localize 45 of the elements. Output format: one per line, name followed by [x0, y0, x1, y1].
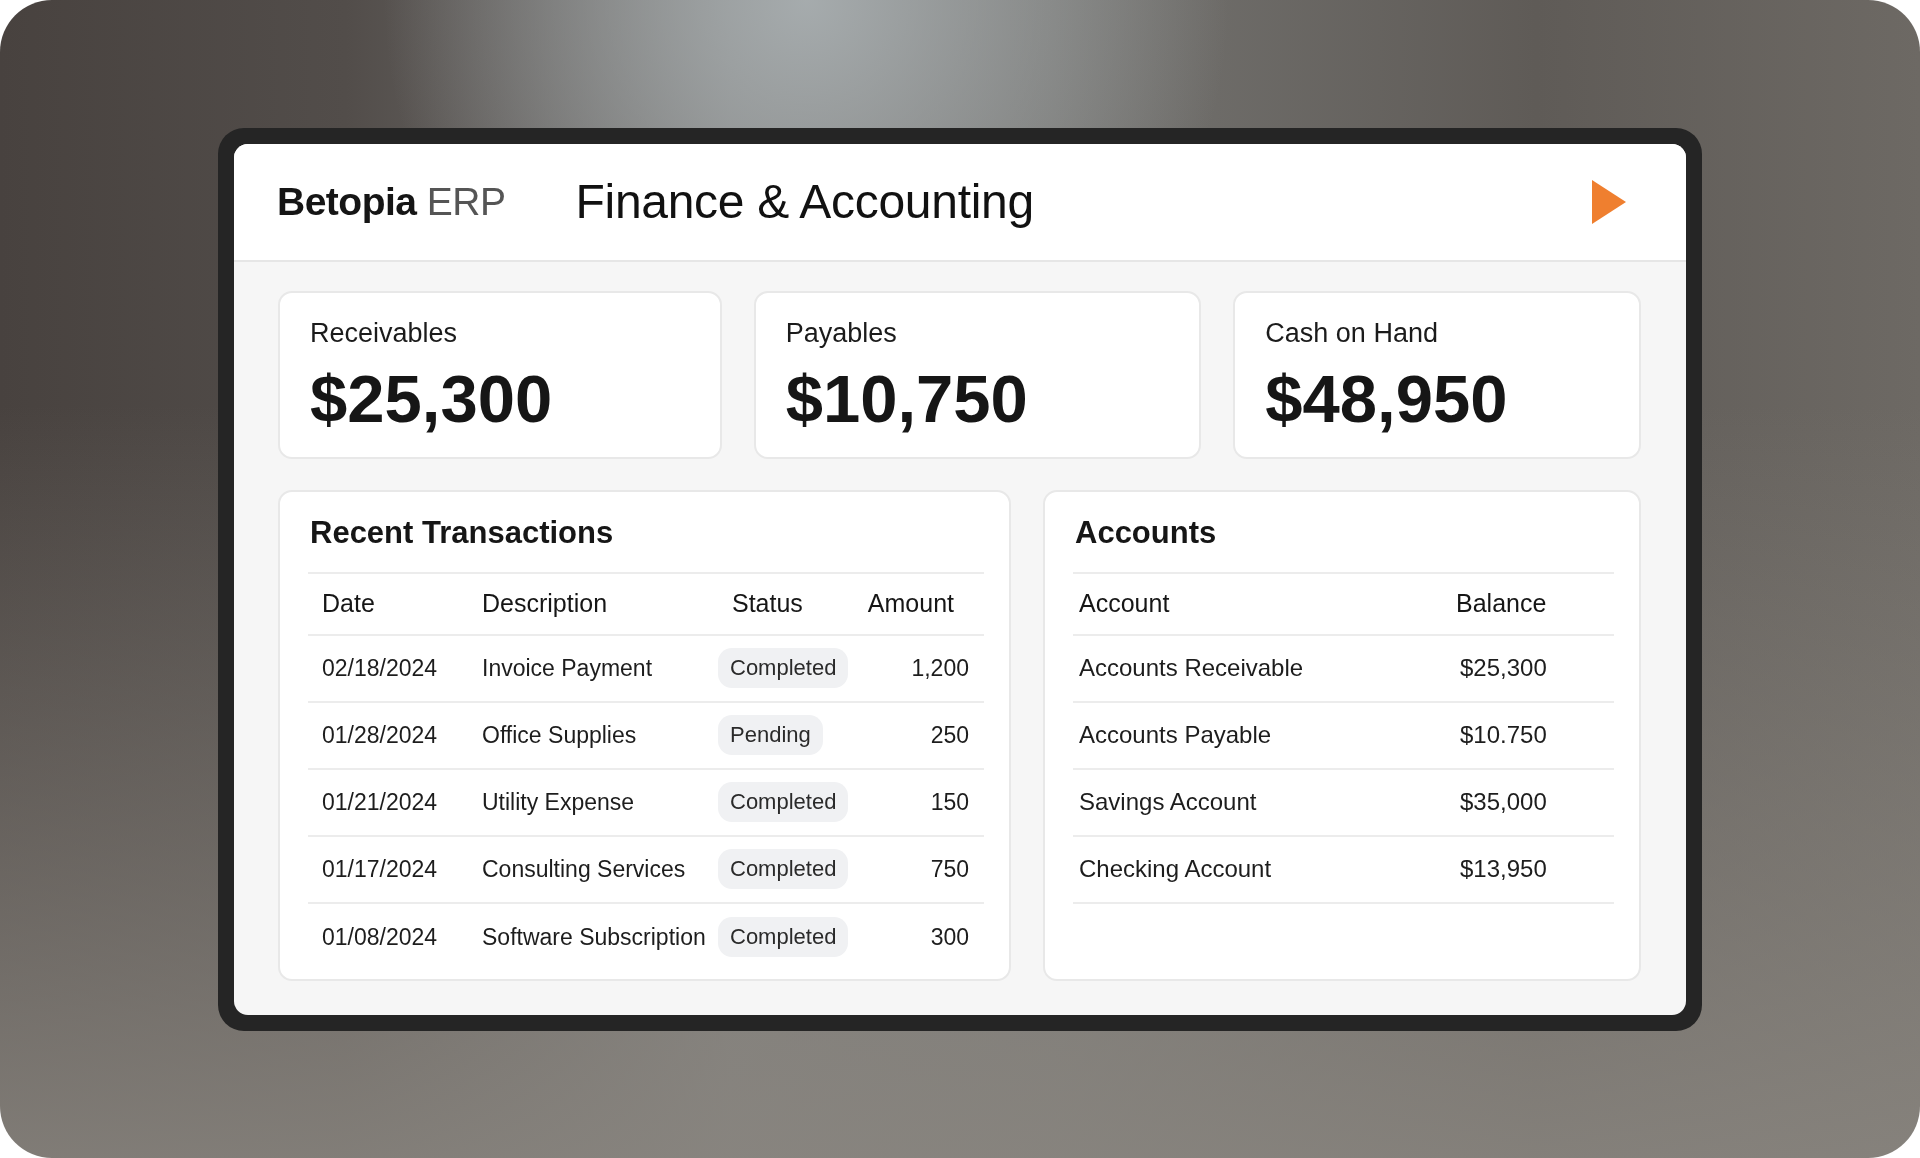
account-balance: $13,950: [1459, 855, 1548, 883]
transaction-date: 01/08/2024: [321, 923, 439, 951]
transaction-description: Office Supplies: [481, 721, 638, 749]
account-name: Accounts Payable: [1078, 721, 1273, 749]
play-icon[interactable]: [1592, 179, 1626, 224]
status-badge: Completed: [718, 917, 849, 957]
column-header: Date: [321, 589, 376, 618]
card-label: Receivables: [310, 316, 458, 349]
account-balance: $10.750: [1459, 721, 1548, 749]
transaction-date: 01/28/2024: [321, 721, 439, 749]
transaction-date: 01/17/2024: [321, 855, 439, 883]
transaction-description: Utility Expense: [481, 788, 636, 816]
transaction-amount: 300: [929, 923, 970, 951]
status-badge: Pending: [718, 715, 823, 755]
panel-title: Accounts: [1075, 513, 1217, 552]
account-balance: $35,000: [1459, 788, 1548, 816]
column-header: Balance: [1456, 589, 1548, 618]
panel-title: Recent Transactions: [310, 513, 614, 552]
transaction-description: Invoice Payment: [481, 654, 654, 682]
column-header: Status: [731, 589, 804, 618]
card-value: $10,750: [785, 361, 1028, 436]
status-badge: Completed: [718, 782, 849, 822]
transaction-description: Software Subscription: [481, 923, 707, 951]
column-header: Description: [481, 589, 609, 618]
page-title: Finance & Accounting: [575, 174, 1034, 229]
card-value: $48,950: [1265, 361, 1508, 436]
card-label: Payables: [785, 316, 897, 349]
transaction-description: Consulting Services: [481, 855, 687, 883]
transaction-amount: 250: [929, 721, 970, 749]
transaction-amount: 750: [929, 855, 970, 883]
column-header: Amount: [866, 589, 955, 618]
brand-logo: Betopia ERP: [277, 179, 506, 224]
column-header: Account: [1078, 589, 1171, 618]
card-label: Cash on Hand: [1265, 316, 1438, 349]
transaction-date: 01/21/2024: [321, 788, 439, 816]
account-name: Accounts Receivable: [1078, 654, 1305, 682]
account-name: Checking Account: [1078, 855, 1273, 883]
status-badge: Completed: [718, 648, 849, 688]
account-balance: $25,300: [1459, 654, 1548, 682]
status-badge: Completed: [718, 849, 849, 889]
transaction-amount: 150: [929, 788, 970, 816]
account-name: Savings Account: [1078, 788, 1258, 816]
card-value: $25,300: [310, 361, 553, 436]
transaction-date: 02/18/2024: [321, 654, 439, 682]
transaction-amount: 1,200: [910, 654, 970, 682]
